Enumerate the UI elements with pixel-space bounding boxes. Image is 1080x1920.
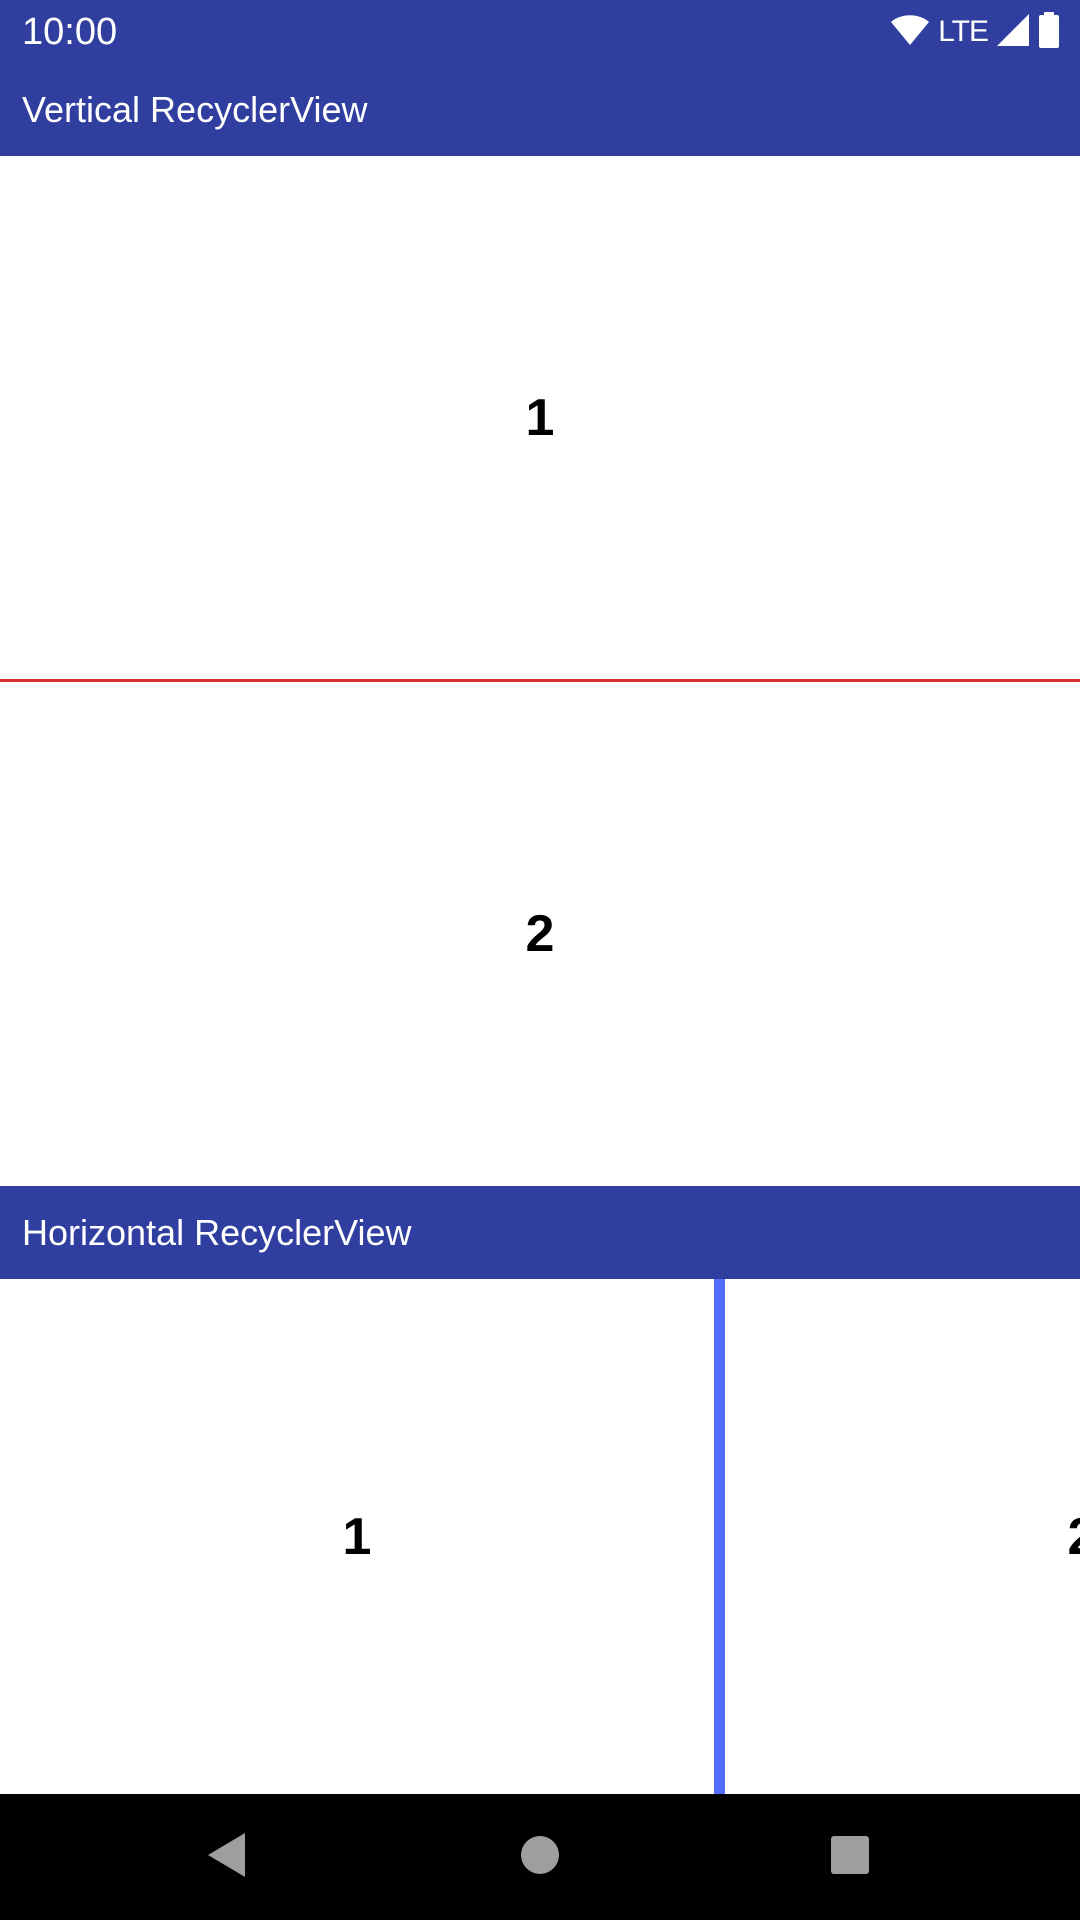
status-bar: 10:00 LTE	[0, 0, 1080, 63]
vertical-recycler-view[interactable]: 1 2	[0, 156, 1080, 1186]
horizontal-divider	[714, 1279, 725, 1794]
status-time: 10:00	[22, 11, 118, 53]
recents-icon	[830, 1835, 870, 1880]
vertical-section-header: Vertical RecyclerView	[0, 63, 1080, 156]
wifi-icon	[890, 14, 930, 51]
vertical-list-item[interactable]: 2	[0, 682, 1080, 1186]
horizontal-section-header: Horizontal RecyclerView	[0, 1186, 1080, 1279]
home-icon	[520, 1835, 560, 1880]
horizontal-list-item[interactable]: 2	[725, 1279, 1080, 1794]
horizontal-item-label: 1	[342, 1507, 372, 1566]
horizontal-section-title: Horizontal RecyclerView	[22, 1212, 412, 1253]
vertical-section-title: Vertical RecyclerView	[22, 89, 368, 130]
cell-signal-icon	[996, 13, 1030, 52]
network-type: LTE	[938, 15, 989, 48]
status-icons: LTE	[890, 11, 1060, 53]
back-button[interactable]	[192, 1822, 262, 1892]
vertical-item-label: 1	[525, 388, 555, 447]
horizontal-item-label: 2	[1068, 1507, 1080, 1567]
vertical-item-label: 2	[525, 905, 555, 963]
horizontal-recycler-view[interactable]: 1 2	[0, 1279, 1080, 1794]
navigation-bar	[0, 1794, 1080, 1920]
back-icon	[205, 1831, 249, 1884]
screen: 10:00 LTE Vertical RecyclerView 1 2 Hori…	[0, 0, 1080, 1920]
home-button[interactable]	[505, 1822, 575, 1892]
battery-icon	[1038, 11, 1060, 53]
recents-button[interactable]	[815, 1822, 885, 1892]
vertical-list-item[interactable]: 1	[0, 156, 1080, 679]
horizontal-list-item[interactable]: 1	[0, 1279, 714, 1794]
